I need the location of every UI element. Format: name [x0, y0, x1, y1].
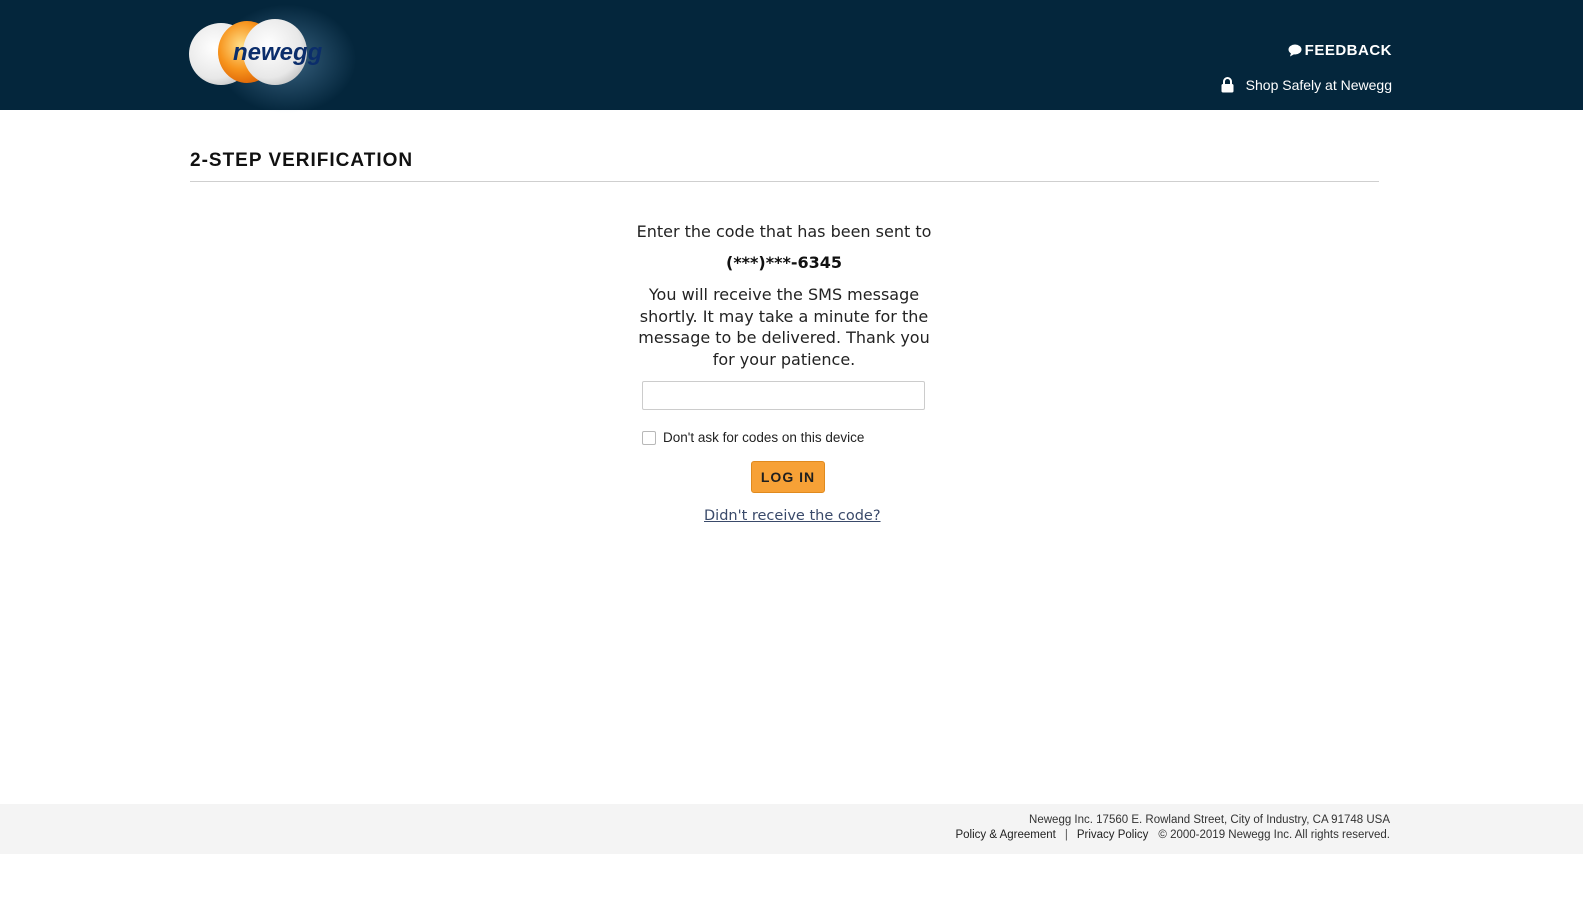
privacy-policy-link[interactable]: Privacy Policy [1077, 829, 1149, 841]
log-in-button[interactable]: LOG IN [751, 461, 825, 493]
verification-message: Enter the code that has been sent to (**… [624, 220, 944, 370]
footer-separator: | [1064, 829, 1068, 841]
newegg-logo[interactable]: newegg [187, 4, 357, 114]
newegg-logo-icon: newegg [189, 19, 323, 85]
company-address: Newegg Inc. 17560 E. Rowland Street, Cit… [1029, 814, 1390, 826]
remember-device-label: Don't ask for codes on this device [663, 430, 865, 445]
page-title: 2-STEP VERIFICATION [190, 150, 414, 171]
speech-bubble-icon [1288, 44, 1302, 57]
footer-links: Policy & Agreement | Privacy Policy © 20… [955, 829, 1390, 841]
site-header: newegg FEEDBACK Shop Safely at Newegg [0, 0, 1583, 114]
sms-info-text: You will receive the SMS message shortly… [638, 285, 930, 369]
lock-icon [1221, 77, 1234, 93]
remember-device-checkbox[interactable] [642, 430, 656, 445]
resend-code-link[interactable]: Didn't receive the code? [704, 508, 881, 524]
shop-safely-link[interactable]: Shop Safely at Newegg [1221, 77, 1392, 93]
remember-device-option[interactable]: Don't ask for codes on this device [642, 430, 864, 445]
title-divider [190, 181, 1379, 182]
copyright-text: © 2000-2019 Newegg Inc. All rights reser… [1158, 829, 1390, 841]
verification-code-input[interactable] [642, 381, 925, 410]
shop-safely-label: Shop Safely at Newegg [1245, 77, 1392, 93]
feedback-link[interactable]: FEEDBACK [1288, 42, 1392, 59]
masked-phone-number: (***)***-6345 [726, 253, 842, 272]
sent-to-text: Enter the code that has been sent to [636, 222, 932, 241]
policy-agreement-link[interactable]: Policy & Agreement [955, 829, 1055, 841]
feedback-label: FEEDBACK [1304, 42, 1392, 59]
site-footer: Newegg Inc. 17560 E. Rowland Street, Cit… [0, 804, 1583, 854]
logo-wordmark: newegg [233, 39, 323, 66]
